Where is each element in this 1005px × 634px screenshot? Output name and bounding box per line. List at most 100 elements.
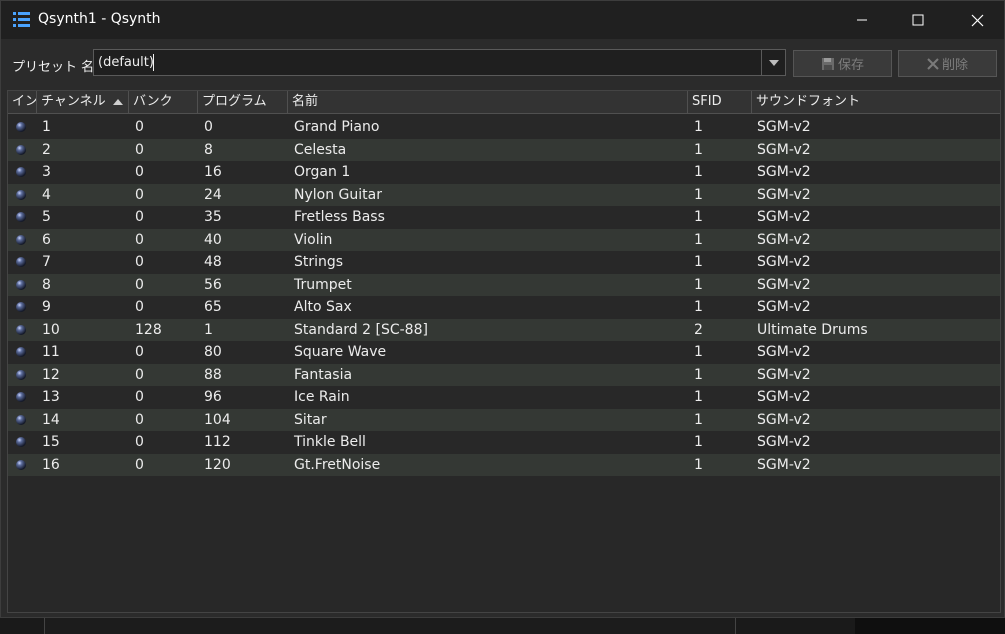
cell-channel: 6: [42, 231, 51, 248]
table-row[interactable]: 4 0 24 Nylon Guitar 1 SGM-v2: [8, 183, 1000, 206]
channel-led-icon: [16, 257, 26, 267]
cell-sfid: 1: [694, 366, 703, 383]
cell-sfid: 1: [694, 141, 703, 158]
table-row[interactable]: 1 0 0 Grand Piano 1 SGM-v2: [8, 116, 1000, 139]
cell-program: 35: [204, 209, 222, 225]
cell-soundfont: SGM-v2: [757, 344, 811, 360]
cell-soundfont: SGM-v2: [757, 254, 811, 270]
table-header: イン チャンネル バンク プログラム 名前 SFID サウンドフォント: [8, 91, 1000, 114]
cell-program: 0: [204, 119, 213, 135]
cell-bank: 0: [135, 389, 144, 405]
channel-led-icon: [16, 437, 26, 447]
save-button[interactable]: 保存: [793, 50, 892, 77]
channel-led-icon: [16, 392, 26, 402]
table-row[interactable]: 6 0 40 Violin 1 SGM-v2: [8, 228, 1000, 251]
cell-name: Standard 2 [SC-88]: [294, 321, 428, 338]
chevron-down-icon: [768, 59, 779, 66]
cell-program: 112: [204, 434, 231, 450]
channel-led-icon: [16, 324, 26, 335]
cell-soundfont: SGM-v2: [757, 231, 811, 248]
title-bar[interactable]: Qsynth1 - Qsynth: [1, 1, 1004, 39]
cell-program: 24: [204, 186, 222, 203]
cell-name: Nylon Guitar: [294, 186, 382, 203]
cell-soundfont: SGM-v2: [757, 119, 811, 135]
channels-table[interactable]: イン チャンネル バンク プログラム 名前 SFID サウンドフォント 1 0 0 G…: [7, 90, 1001, 613]
cell-channel: 3: [42, 164, 51, 180]
cell-name: Tinkle Bell: [294, 434, 366, 450]
cell-bank: 0: [135, 231, 144, 248]
cell-sfid: 1: [694, 209, 703, 225]
column-header-in[interactable]: イン: [8, 91, 37, 113]
delete-label: 削除: [941, 58, 968, 73]
table-row[interactable]: 13 0 96 Ice Rain 1 SGM-v2: [8, 386, 1000, 409]
preset-dropdown-button[interactable]: [761, 50, 785, 75]
delete-x-icon: [927, 57, 939, 70]
channel-led-icon: [16, 189, 26, 200]
cell-program: 65: [204, 299, 222, 315]
preset-toolbar: プリセット 名: (default) 保存 削除: [1, 39, 1004, 89]
cell-name: Fantasia: [294, 366, 353, 383]
cell-program: 96: [204, 389, 222, 405]
column-header-bank[interactable]: バンク: [129, 91, 198, 113]
table-row[interactable]: 2 0 8 Celesta 1 SGM-v2: [8, 138, 1000, 161]
channel-led-icon: [16, 279, 26, 290]
table-row[interactable]: 9 0 65 Alto Sax 1 SGM-v2: [8, 296, 1000, 319]
cell-name: Gt.FretNoise: [294, 456, 381, 473]
table-row[interactable]: 12 0 88 Fantasia 1 SGM-v2: [8, 363, 1000, 386]
cell-program: 8: [204, 141, 213, 158]
cell-program: 104: [204, 411, 231, 428]
table-row[interactable]: 14 0 104 Sitar 1 SGM-v2: [8, 408, 1000, 431]
cell-channel: 4: [42, 186, 51, 203]
cell-name: Trumpet: [294, 276, 352, 293]
cell-bank: 0: [135, 141, 144, 158]
maximize-button[interactable]: [895, 1, 941, 39]
qsynth-channels-window: Qsynth1 - Qsynth プリセット 名: (default) 保存 削…: [0, 0, 1005, 618]
preset-name-value[interactable]: (default): [98, 55, 154, 70]
cell-name: Grand Piano: [294, 119, 380, 135]
channel-led-icon: [16, 414, 26, 425]
cell-program: 120: [204, 456, 231, 473]
cell-soundfont: SGM-v2: [757, 456, 811, 473]
cell-bank: 0: [135, 209, 144, 225]
table-row[interactable]: 15 0 112 Tinkle Bell 1 SGM-v2: [8, 431, 1000, 454]
cell-program: 1: [204, 321, 213, 338]
channel-led-icon: [16, 347, 26, 357]
preset-name-combo[interactable]: (default): [93, 49, 786, 76]
cell-name: Violin: [294, 231, 333, 248]
cell-program: 56: [204, 276, 222, 293]
table-row[interactable]: 10 128 1 Standard 2 [SC-88] 2 Ultimate Drums: [8, 318, 1000, 341]
close-button[interactable]: [954, 1, 1000, 39]
column-header-channel[interactable]: チャンネル: [37, 91, 129, 113]
table-row[interactable]: 16 0 120 Gt.FretNoise 1 SGM-v2: [8, 453, 1000, 476]
column-header-name[interactable]: 名前: [288, 91, 688, 113]
cell-channel: 15: [42, 434, 60, 450]
cell-name: Strings: [294, 254, 344, 270]
table-row[interactable]: 3 0 16 Organ 1 1 SGM-v2: [8, 161, 1000, 184]
table-row[interactable]: 5 0 35 Fretless Bass 1 SGM-v2: [8, 206, 1000, 229]
cell-channel: 9: [42, 299, 51, 315]
cell-bank: 0: [135, 411, 144, 428]
preset-name-label: プリセット 名:: [12, 60, 99, 75]
minimize-button[interactable]: [839, 1, 885, 39]
cell-soundfont: SGM-v2: [757, 411, 811, 428]
minimize-icon: [857, 19, 867, 21]
table-row[interactable]: 7 0 48 Strings 1 SGM-v2: [8, 251, 1000, 274]
save-label: 保存: [837, 58, 864, 73]
delete-button[interactable]: 削除: [898, 50, 997, 77]
cell-channel: 13: [42, 389, 60, 405]
cell-bank: 0: [135, 254, 144, 270]
cell-bank: 0: [135, 434, 144, 450]
cell-bank: 0: [135, 186, 144, 203]
table-row[interactable]: 11 0 80 Square Wave 1 SGM-v2: [8, 341, 1000, 364]
cell-channel: 12: [42, 366, 60, 383]
cell-bank: 0: [135, 344, 144, 360]
cell-channel: 16: [42, 456, 60, 473]
table-row[interactable]: 8 0 56 Trumpet 1 SGM-v2: [8, 273, 1000, 296]
channel-led-icon: [16, 459, 26, 470]
cell-channel: 5: [42, 209, 51, 225]
cell-name: Alto Sax: [294, 299, 352, 315]
cell-soundfont: SGM-v2: [757, 299, 811, 315]
column-header-soundfont[interactable]: サウンドフォント: [752, 91, 1000, 113]
column-header-sfid[interactable]: SFID: [688, 91, 752, 113]
column-header-program[interactable]: プログラム: [198, 91, 288, 113]
